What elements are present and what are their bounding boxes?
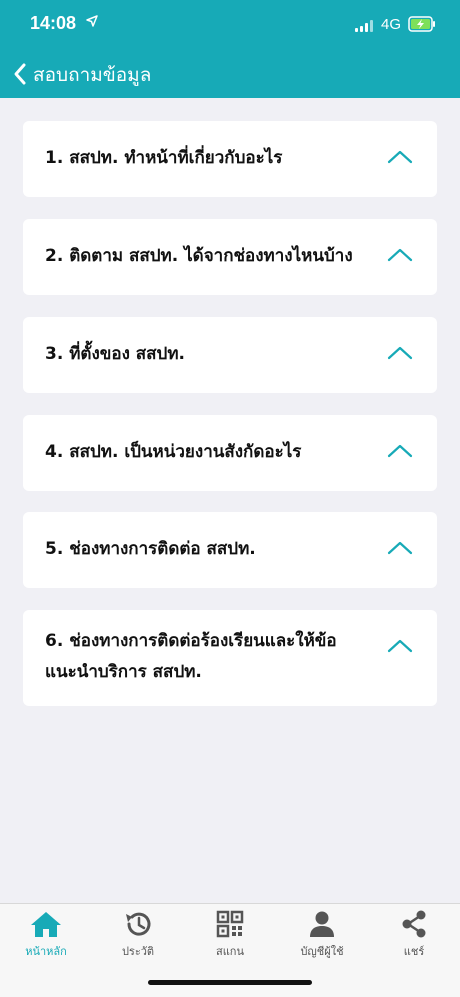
user-icon: [310, 911, 334, 937]
tab-history[interactable]: ประวัติ: [92, 910, 184, 962]
chevron-up-icon: [387, 150, 413, 164]
faq-question: 1. สสปท. ทำหน้าที่เกี่ยวกับอะไร: [45, 148, 283, 168]
chevron-up-icon: [387, 248, 413, 262]
home-icon: [31, 912, 61, 937]
chevron-left-icon[interactable]: [12, 62, 28, 86]
tab-share[interactable]: แชร์: [368, 910, 460, 962]
tab-label: สแกน: [216, 945, 244, 958]
tab-label: ประวัติ: [121, 945, 155, 958]
qr-code-icon: [216, 910, 244, 938]
history-icon: [126, 912, 151, 936]
signal-icon: [355, 20, 373, 32]
faq-item-1[interactable]: 1. สสปท. ทำหน้าที่เกี่ยวกับอะไร: [23, 121, 437, 197]
tab-label: หน้าหลัก: [25, 945, 67, 958]
faq-question: 6. ช่องทางการติดต่อร้องเรียนและให้ข้อแนะ…: [45, 631, 337, 682]
status-bar: 14:08 4G: [0, 0, 460, 50]
chevron-up-icon: [387, 346, 413, 360]
tab-label: แชร์: [403, 945, 425, 958]
faq-item-5[interactable]: 5. ช่องทางการติดต่อ สสปท.: [23, 512, 437, 588]
faq-question: 4. สสปท. เป็นหน่วยงานสังกัดอะไร: [45, 442, 302, 462]
faq-question: 2. ติดตาม สสปท. ได้จากช่องทางไหนบ้าง: [45, 246, 353, 266]
nav-bar: สอบถามข้อมูล: [0, 50, 460, 98]
tab-scan[interactable]: สแกน: [184, 910, 276, 962]
faq-item-4[interactable]: 4. สสปท. เป็นหน่วยงานสังกัดอะไร: [23, 415, 437, 491]
battery-charging-icon: [408, 16, 435, 32]
faq-item-3[interactable]: 3. ที่ตั้งของ สสปท.: [23, 317, 437, 393]
tab-account[interactable]: บัญชีผู้ใช้: [276, 910, 368, 962]
tab-home[interactable]: หน้าหลัก: [0, 910, 92, 962]
chevron-up-icon: [387, 541, 413, 555]
location-arrow-icon: [86, 15, 98, 27]
share-icon: [402, 910, 426, 938]
chevron-up-icon: [387, 639, 413, 653]
faq-question: 5. ช่องทางการติดต่อ สสปท.: [45, 539, 256, 559]
chevron-up-icon: [387, 444, 413, 458]
faq-item-6[interactable]: 6. ช่องทางการติดต่อร้องเรียนและให้ข้อแนะ…: [23, 610, 437, 706]
faq-item-2[interactable]: 2. ติดตาม สสปท. ได้จากช่องทางไหนบ้าง: [23, 219, 437, 295]
status-time: 14:08: [30, 13, 77, 33]
home-indicator: [148, 980, 312, 985]
page-title: สอบถามข้อมูล: [33, 64, 152, 86]
faq-question: 3. ที่ตั้งของ สสปท.: [45, 344, 186, 364]
network-label: 4G: [381, 16, 402, 33]
tab-label: บัญชีผู้ใช้: [300, 945, 344, 958]
